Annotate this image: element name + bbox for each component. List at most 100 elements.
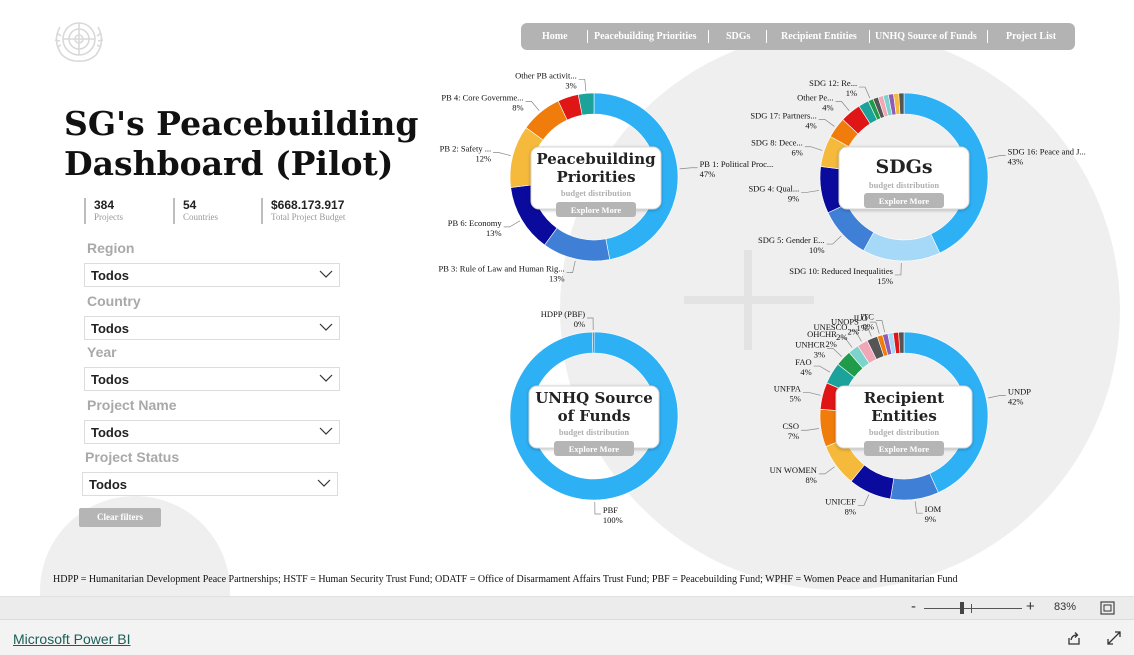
chart-subtitle: budget distribution (869, 180, 939, 190)
report-canvas: SG's Peacebuilding Dashboard (Pilot) 384… (0, 0, 1134, 596)
slice-percent: 10% (809, 245, 825, 255)
chart-title: Peacebuilding (536, 150, 656, 168)
leader-line (503, 220, 521, 228)
slice-percent: 100% (603, 515, 623, 525)
slice-percent: 15% (877, 276, 893, 286)
power-bi-link[interactable]: Microsoft Power BI (13, 631, 130, 647)
leader-line (827, 348, 842, 357)
slice-percent: 6% (791, 148, 802, 158)
explore-more-label[interactable]: Explore More (879, 444, 930, 454)
slice-label: UNFPA (774, 383, 802, 393)
leader-line (835, 101, 850, 111)
leader-line (493, 152, 511, 156)
zoom-in-button[interactable]: + (1026, 598, 1035, 615)
chart-subtitle: budget distribution (869, 427, 939, 437)
leader-line (801, 190, 820, 193)
footnote: HDPP = Humanitarian Development Peace Pa… (53, 574, 958, 585)
zoom-out-button[interactable]: - (911, 598, 916, 615)
slice-label: SDG 16: Peace and J... (1008, 147, 1086, 157)
slice-label: HDPP (PBF) (541, 309, 585, 319)
slice-percent: 4% (805, 120, 816, 130)
slice-percent: 1% (846, 88, 857, 98)
slice-label: PBF (603, 505, 618, 515)
slice-label: SDG 8: Dece... (751, 138, 803, 148)
chart-title: UNHQ Source (535, 389, 653, 407)
donut-charts-area: PB 1: Political Proc...47% PB 3: Rule of … (439, 70, 1086, 525)
slice-percent: 9% (788, 193, 799, 203)
slice-percent: 8% (845, 506, 856, 516)
donut-slice (827, 203, 875, 252)
leader-line (914, 501, 923, 514)
slice-percent: 3% (814, 349, 825, 359)
slice-label: ITC (860, 312, 874, 322)
slice-label: Other Pe... (797, 92, 833, 102)
fit-to-page-icon[interactable] (1100, 601, 1115, 615)
slice-percent: 13% (486, 228, 502, 238)
chart-subtitle: budget distribution (559, 427, 629, 437)
zoom-slider-track[interactable] (924, 608, 1022, 609)
chart-title: SDGs (875, 156, 932, 178)
slice-label: UNHCR (795, 339, 825, 349)
slice-label: SDG 12: Re... (809, 78, 857, 88)
zoom-slider-thumb[interactable] (960, 602, 964, 614)
slice-label: CSO (782, 421, 799, 431)
leader-line (857, 494, 870, 506)
fullscreen-icon[interactable] (1106, 630, 1122, 646)
slice-percent: 0% (863, 322, 874, 332)
donut-slice (592, 331, 595, 354)
leader-line (594, 501, 601, 515)
explore-more-label[interactable]: Explore More (571, 205, 622, 215)
leader-line (587, 317, 594, 331)
leader-line (801, 428, 819, 431)
leader-line (894, 262, 902, 276)
leader-line (566, 260, 576, 273)
leader-line (813, 365, 831, 373)
slice-percent: 8% (512, 102, 523, 112)
slice-percent: 0% (574, 319, 585, 329)
slice-label: SDG 17: Partners... (750, 110, 816, 120)
slice-label: SDG 10: Reduced Inequalities (789, 266, 893, 276)
slice-percent: 2% (836, 332, 847, 342)
explore-more-label[interactable]: Explore More (879, 196, 930, 206)
slice-label: PB 2: Safety ... (440, 144, 491, 154)
donut-slice (544, 227, 611, 262)
slice-percent: 13% (549, 274, 565, 284)
leader-line (859, 86, 871, 99)
leader-line (818, 466, 835, 475)
donut-chart-3: PBF100% HDPP (PBF)0% UNHQ Sourceof Funds bu… (509, 309, 679, 525)
slice-label: Other PB activit... (515, 70, 577, 80)
chart-title: of Funds (558, 407, 631, 425)
chart-subtitle: budget distribution (561, 188, 631, 198)
slice-percent: 3% (565, 80, 576, 90)
donut-slice (863, 231, 941, 262)
slice-label: PB 6: Economy (448, 218, 503, 228)
leader-line (525, 101, 540, 111)
donut-chart-1: PB 1: Political Proc...47% PB 3: Rule of … (439, 70, 774, 283)
slice-label: PB 1: Political Proc... (700, 159, 774, 169)
leader-line (578, 79, 587, 92)
slice-label: PB 4: Core Governme... (441, 92, 523, 102)
slice-percent: 4% (800, 367, 811, 377)
leader-line (804, 146, 823, 151)
donut-slice (890, 473, 939, 501)
share-icon[interactable] (1066, 630, 1082, 646)
leader-line (987, 155, 1006, 159)
leader-line (988, 395, 1006, 399)
explore-more-label[interactable]: Explore More (569, 444, 620, 454)
slice-percent: 5% (790, 393, 801, 403)
slice-percent: 9% (925, 514, 936, 524)
slice-percent: 43% (1008, 157, 1024, 167)
slice-label: UN WOMEN (770, 465, 817, 475)
slice-label: PB 3: Rule of Law and Human Rig... (439, 264, 565, 274)
slice-label: FAO (795, 357, 811, 367)
chart-title: Recipient (864, 389, 944, 407)
leader-line (818, 119, 835, 127)
slice-label: UNICEF (825, 496, 856, 506)
leader-line (826, 235, 842, 245)
slice-label: UNDP (1008, 387, 1031, 397)
slice-label: SDG 5: Gender E... (758, 235, 825, 245)
slice-percent: 47% (700, 169, 716, 179)
slice-label: SDG 4: Qual... (748, 183, 799, 193)
zoom-slider-midpoint (971, 604, 972, 613)
leader-line (679, 167, 698, 170)
